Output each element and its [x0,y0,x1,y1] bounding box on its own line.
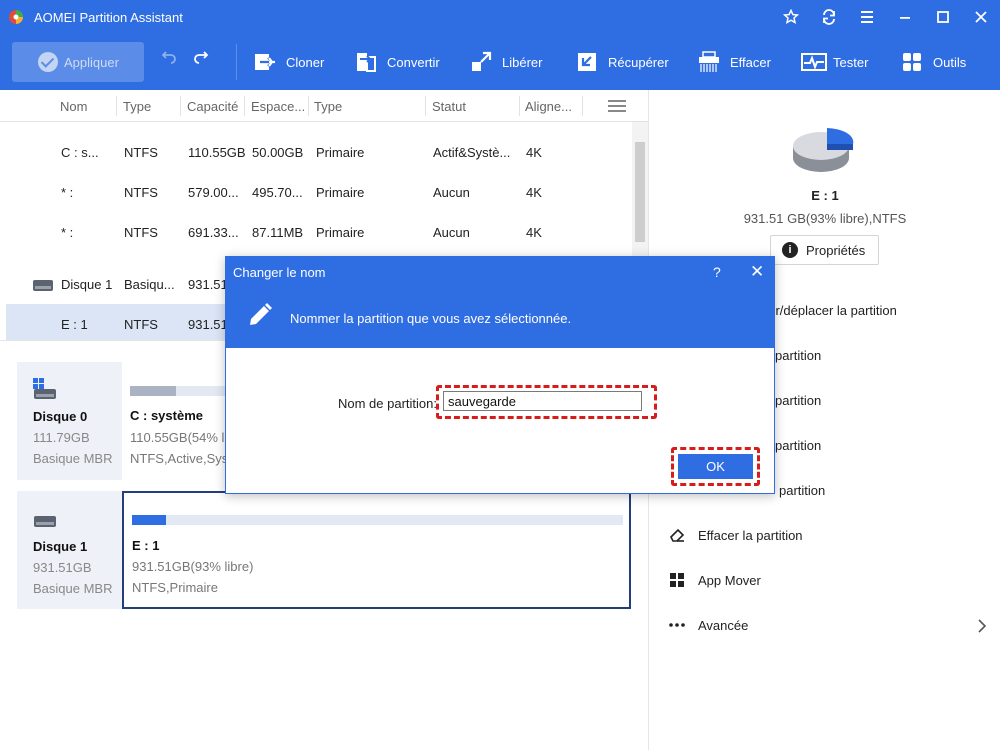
more-dots-icon [669,617,685,633]
close-icon[interactable]: ✕ [750,262,764,282]
col-header-free[interactable]: Espace... [251,99,305,114]
selected-partition-info: 931.51 GB(93% libre),NTFS [743,211,907,226]
apply-label: Appliquer [64,54,119,70]
op-app-mover[interactable]: App Mover [669,569,761,591]
col-header-ptype[interactable]: Type [314,99,342,114]
col-header-capacity[interactable]: Capacité [187,99,238,114]
column-settings-icon[interactable] [608,100,626,115]
hard-disk-icon [33,513,57,532]
recover-icon [576,51,598,73]
minimize-icon[interactable] [886,0,924,34]
redo-icon[interactable] [192,48,210,69]
col-header-name[interactable]: Nom [60,99,87,114]
pulse-icon [801,51,827,73]
op-partition-1[interactable]: partition [775,344,821,366]
eraser-icon [669,527,685,543]
check-icon [38,52,58,72]
dialog-title: Changer le nom [233,265,326,280]
table-row[interactable]: C : s... NTFS 110.55GB 50.00GB Primaire … [0,132,632,172]
op-advanced[interactable]: Avancée [669,614,748,636]
op-partition-4[interactable]: partition [779,479,825,501]
col-header-type[interactable]: Type [123,99,151,114]
partition-name-label: Nom de partition: [338,396,437,411]
app-logo-icon [8,9,24,25]
table-row[interactable]: * : NTFS 579.00... 495.70... Primaire Au… [0,172,632,212]
usage-bar [132,515,623,525]
star-icon[interactable] [772,0,810,34]
app-grid-icon [669,572,685,588]
refresh-icon[interactable] [810,0,848,34]
op-partition-3[interactable]: partition [775,434,821,456]
clone-button[interactable]: Cloner [254,34,324,90]
windows-disk-icon [33,378,57,403]
op-wipe-partition[interactable]: Effacer la partition [669,524,803,546]
dialog-description: Nommer la partition que vous avez sélect… [290,311,572,326]
undo-icon[interactable] [160,48,178,69]
close-window-icon[interactable] [962,0,1000,34]
grid-icon [901,51,923,73]
table-row[interactable]: * : NTFS 691.33... 87.11MB Primaire Aucu… [0,212,632,252]
toolbar: Appliquer Cloner Convertir Libérer Récup… [0,34,1000,90]
col-header-align[interactable]: Aligne... [525,99,572,114]
app-title: AOMEI Partition Assistant [34,9,183,25]
ok-highlight-box [671,447,760,486]
input-highlight-box [436,385,657,419]
title-bar: AOMEI Partition Assistant [0,0,1000,34]
maximize-icon[interactable] [924,0,962,34]
recover-button[interactable]: Récupérer [576,34,669,90]
convert-icon [355,51,377,73]
disk-usage-pie-icon [791,122,855,176]
op-resize-move[interactable]: her/déplacer la partition [761,299,897,321]
usage-bar [130,386,230,396]
convert-button[interactable]: Convertir [355,34,440,90]
clone-icon [254,51,276,73]
help-icon[interactable]: ? [713,264,721,280]
table-header: Nom Type Capacité Espace... Type Statut … [0,90,648,122]
pencil-icon [246,301,274,329]
wipe-button[interactable]: Effacer [698,34,771,90]
test-button[interactable]: Tester [801,34,868,90]
apply-button[interactable]: Appliquer [12,42,144,82]
shredder-icon [698,51,720,73]
selected-partition-card[interactable]: E : 1 931.51GB(93% libre) NTFS,Primaire [122,491,631,609]
expand-icon [470,51,492,73]
chevron-right-icon[interactable] [977,619,987,636]
tools-button[interactable]: Outils [901,34,966,90]
rename-dialog: Changer le nom ? ✕ Nommer la partition q… [225,256,775,494]
properties-button[interactable]: i Propriétés [770,235,879,265]
hard-disk-icon [32,278,54,292]
info-icon: i [782,242,798,258]
toolbar-separator [236,44,237,80]
disk-card[interactable]: Disque 1 931.51GB Basique MBR E : 1 931.… [17,491,631,609]
op-partition-2[interactable]: partition [775,389,821,411]
menu-icon[interactable] [848,0,886,34]
free-space-button[interactable]: Libérer [470,34,542,90]
dialog-header: Changer le nom ? ✕ Nommer la partition q… [226,257,774,348]
col-header-status[interactable]: Statut [432,99,466,114]
selected-partition-name: E : 1 [811,188,839,203]
